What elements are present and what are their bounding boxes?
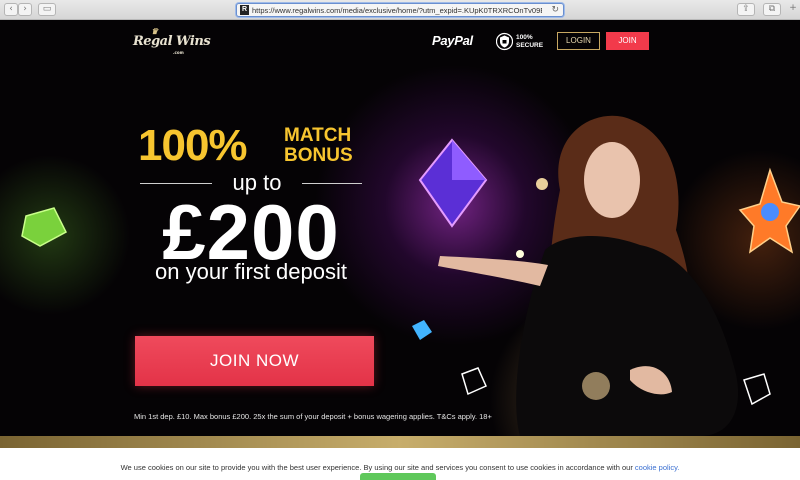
share-button[interactable]: ⇪ [737, 3, 755, 16]
secure-percent: 100% [516, 34, 533, 41]
sidebar-icon: ▭ [42, 4, 52, 14]
terms-text: Min 1st dep. £10. Max bonus £200. 25x th… [134, 412, 492, 421]
paypal-logo: PayPal [432, 33, 473, 48]
landing-page: ♛ Regal Wins .com PayPal 100% SECURE LOG… [0, 20, 800, 480]
share-icon: ⇪ [742, 4, 750, 14]
green-gem [21, 207, 67, 247]
gold-divider [0, 436, 800, 448]
tabs-icon: ⧉ [768, 4, 776, 14]
url-text: https://www.regalwins.com/media/exclusiv… [252, 6, 542, 15]
shield-icon [496, 32, 513, 51]
address-bar[interactable]: R https://www.regalwins.com/media/exclus… [236, 3, 564, 17]
secure-badge: 100% SECURE [496, 32, 546, 52]
site-favicon: R [240, 5, 249, 15]
bonus-condition: on your first deposit [155, 259, 347, 284]
model-arm [438, 256, 548, 286]
bonus-percent: 100% [138, 121, 248, 170]
browser-toolbar: ‹ › ▭ R https://www.regalwins.com/media/… [0, 0, 800, 20]
hero-illustration [21, 115, 800, 436]
blue-gem [412, 320, 432, 340]
reload-icon[interactable]: ↻ [551, 4, 559, 16]
join-now-button[interactable]: JOIN NOW [135, 336, 374, 386]
sidebar-toggle-button[interactable]: ▭ [38, 3, 56, 16]
outline-gem [461, 367, 487, 396]
cookie-accept-button[interactable] [360, 473, 436, 480]
cookie-banner: We use cookies on our site to provide yo… [0, 448, 800, 480]
cookie-message: We use cookies on our site to provide yo… [120, 463, 635, 472]
chevron-right-icon: › [23, 4, 27, 14]
model-face [584, 142, 640, 218]
bonus-match-label: MATCH [284, 125, 352, 146]
secure-label: SECURE [516, 42, 544, 49]
model-body [516, 235, 739, 436]
login-button[interactable]: LOGIN [557, 32, 600, 50]
divider-right [302, 183, 362, 184]
cookie-policy-link[interactable]: cookie policy. [635, 463, 679, 472]
outline-gem-right [743, 373, 771, 406]
plus-icon: + [789, 3, 797, 13]
new-tab-button[interactable]: + [786, 3, 800, 16]
bonus-label: BONUS [284, 145, 353, 166]
divider-left [140, 183, 212, 184]
chevron-left-icon: ‹ [9, 4, 13, 14]
tabs-button[interactable]: ⧉ [763, 3, 781, 16]
back-button[interactable]: ‹ [4, 3, 18, 16]
join-button[interactable]: JOIN [606, 32, 649, 50]
forward-button[interactable]: › [18, 3, 32, 16]
regalwins-logo[interactable]: ♛ Regal Wins .com [133, 26, 211, 58]
